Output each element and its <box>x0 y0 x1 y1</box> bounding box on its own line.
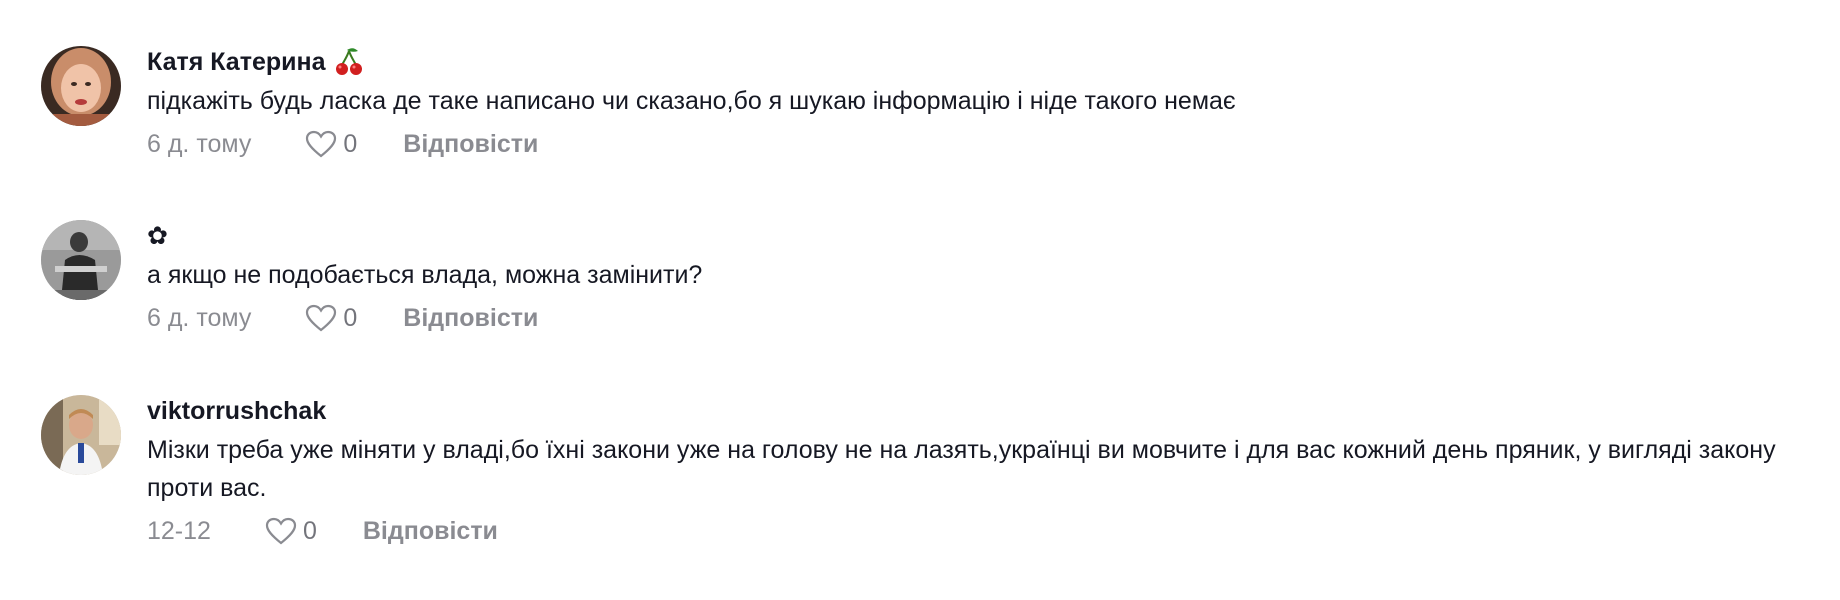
avatar[interactable] <box>41 395 121 475</box>
like-count: 0 <box>302 516 317 545</box>
like-button[interactable]: 0 <box>305 130 357 159</box>
comment-meta: 6 д. тому 0 Відповісти <box>147 124 1801 164</box>
heart-icon <box>306 130 337 158</box>
comment-username[interactable]: Катя Катерина <box>147 46 1801 78</box>
like-button[interactable]: 0 <box>305 304 357 333</box>
like-count: 0 <box>343 129 358 158</box>
comment-text: підкажіть будь ласка де таке написано чи… <box>147 87 1236 115</box>
reply-button[interactable]: Відповісти <box>403 304 538 333</box>
username-text: ✿ <box>147 222 168 250</box>
username-text: Катя Катерина <box>147 48 326 76</box>
comment-username[interactable]: viktorrushchak <box>147 395 1801 427</box>
comments-list: Катя Катерина підкажіть будь ласка де та… <box>0 0 1840 600</box>
comment-date: 12-12 <box>147 516 211 545</box>
reply-button[interactable]: Відповісти <box>403 130 538 159</box>
avatar[interactable] <box>41 220 121 300</box>
cherries-icon <box>334 47 364 77</box>
comment-text: а якщо не подобається влада, можна замін… <box>147 261 703 289</box>
comment-username[interactable]: ✿ <box>147 220 1801 252</box>
heart-icon <box>265 517 297 545</box>
avatar[interactable] <box>41 46 121 126</box>
comment-date: 6 д. тому <box>147 129 252 158</box>
comment-meta: 12-12 0 Відповісти <box>147 511 1801 551</box>
like-count: 0 <box>343 303 358 332</box>
comment-text: Мізки треба уже міняти у владі,бо їхні з… <box>147 436 1776 502</box>
avatar-photo-icon <box>41 220 121 300</box>
comment-meta: 6 д. тому 0 Відповісти <box>147 298 1801 338</box>
comment-date: 6 д. тому <box>147 303 252 332</box>
like-button[interactable]: 0 <box>265 517 317 546</box>
avatar-photo-icon <box>41 395 121 475</box>
avatar-photo-icon <box>41 46 121 126</box>
reply-button[interactable]: Відповісти <box>363 517 498 546</box>
heart-icon <box>306 304 337 332</box>
username-text: viktorrushchak <box>147 397 327 425</box>
